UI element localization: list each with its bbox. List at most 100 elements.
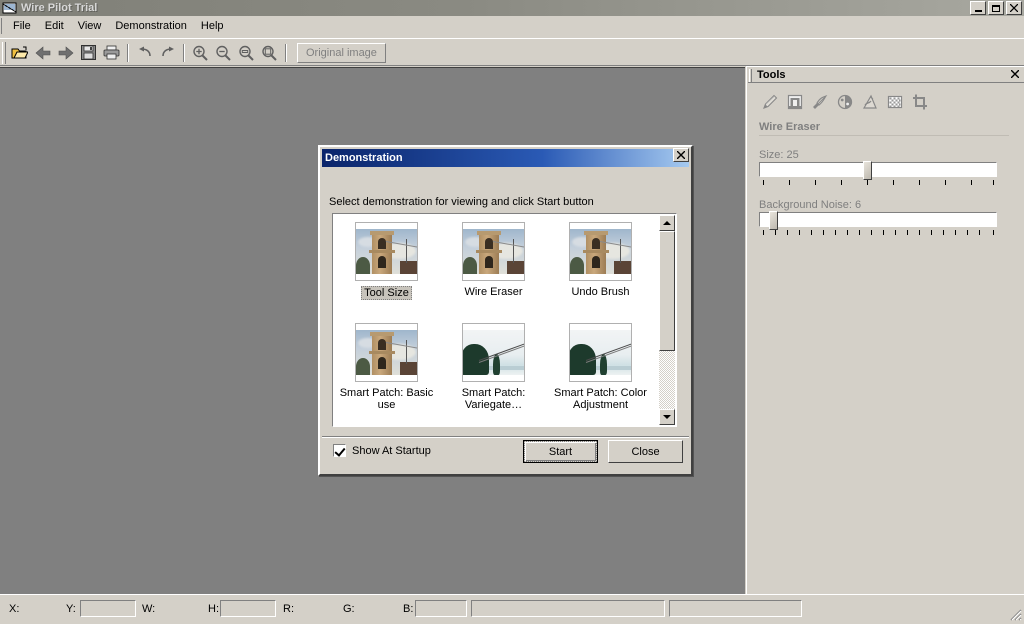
redo-icon[interactable] bbox=[156, 42, 179, 64]
list-item-label: Smart Patch: Color Adjustment bbox=[554, 387, 647, 411]
chevron-down-icon bbox=[663, 415, 671, 419]
back-arrow-icon[interactable] bbox=[31, 42, 54, 64]
size-slider-ticks bbox=[759, 180, 997, 187]
chevron-up-icon bbox=[663, 221, 671, 225]
tools-panel: Tools Wire Eraser Size: 25 Background No… bbox=[746, 66, 1024, 594]
zoom-fit-icon[interactable] bbox=[235, 42, 258, 64]
window-titlebar: Wire Pilot Trial bbox=[0, 0, 1024, 16]
list-item[interactable]: Smart Patch: Variegate… bbox=[440, 319, 547, 420]
demonstration-list[interactable]: Tool Size Wire Eraser Undo Brush Smart P… bbox=[332, 213, 677, 427]
toolbar-separator-3 bbox=[285, 43, 287, 62]
scroll-down-button[interactable] bbox=[659, 409, 675, 425]
toolbar-separator-1 bbox=[127, 43, 129, 62]
window-title: Wire Pilot Trial bbox=[21, 2, 98, 14]
list-item[interactable]: Undo Brush bbox=[547, 218, 654, 319]
h-label: H: bbox=[208, 603, 219, 615]
toolbar-grip[interactable] bbox=[2, 41, 6, 64]
smart-patch-tool-icon[interactable] bbox=[809, 91, 831, 113]
w-label: W: bbox=[142, 603, 156, 615]
status-message-field bbox=[471, 600, 665, 617]
list-item[interactable]: Tool Size bbox=[333, 218, 440, 319]
menubar: File Edit View Demonstration Help bbox=[0, 16, 1024, 36]
tools-panel-title: Tools bbox=[757, 69, 786, 81]
tools-icon-row bbox=[759, 91, 931, 113]
zoom-out-icon[interactable] bbox=[212, 42, 235, 64]
menu-edit[interactable]: Edit bbox=[38, 18, 71, 34]
list-item[interactable]: Wire Eraser bbox=[440, 218, 547, 319]
active-tool-name: Wire Eraser bbox=[759, 121, 1009, 136]
dialog-close-icon[interactable] bbox=[673, 148, 689, 162]
crop-tool-icon[interactable] bbox=[909, 91, 931, 113]
size-slider-track[interactable] bbox=[759, 162, 997, 177]
close-button[interactable] bbox=[1006, 1, 1022, 15]
menu-file[interactable]: File bbox=[6, 18, 38, 34]
resize-grip-icon[interactable] bbox=[1008, 607, 1022, 621]
zoom-in-icon[interactable] bbox=[189, 42, 212, 64]
undo-icon[interactable] bbox=[133, 42, 156, 64]
demo-thumbnail-icon bbox=[355, 222, 418, 281]
close-dialog-button[interactable]: Close bbox=[608, 440, 683, 463]
h-field bbox=[220, 600, 276, 617]
tools-panel-close-icon[interactable] bbox=[1008, 68, 1021, 80]
dialog-separator bbox=[322, 436, 689, 438]
list-item-label: Undo Brush bbox=[571, 286, 630, 298]
background-noise-slider-label: Background Noise: 6 bbox=[759, 199, 862, 211]
menu-demonstration[interactable]: Demonstration bbox=[108, 18, 194, 34]
checker-mask-tool-icon[interactable] bbox=[884, 91, 906, 113]
color-adjust-tool-icon[interactable] bbox=[834, 91, 856, 113]
x-label: X: bbox=[9, 603, 20, 615]
app-icon bbox=[2, 1, 18, 15]
size-slider-label: Size: 25 bbox=[759, 149, 799, 161]
original-image-button[interactable]: Original image bbox=[297, 42, 386, 63]
start-button[interactable]: Start bbox=[523, 440, 598, 463]
toolbar-separator-2 bbox=[183, 43, 185, 62]
demonstration-dialog: Demonstration Select demonstration for v… bbox=[318, 145, 693, 476]
demonstration-grid: Tool Size Wire Eraser Undo Brush Smart P… bbox=[333, 218, 660, 420]
size-slider-thumb[interactable] bbox=[863, 161, 872, 180]
dialog-titlebar[interactable]: Demonstration bbox=[322, 149, 689, 167]
show-at-startup-checkbox[interactable]: Show At Startup bbox=[333, 444, 431, 457]
r-label: R: bbox=[283, 603, 294, 615]
print-icon[interactable] bbox=[100, 42, 123, 64]
y-field bbox=[80, 600, 136, 617]
background-noise-slider-ticks bbox=[759, 230, 997, 237]
list-item[interactable]: Smart Patch: Color Adjustment bbox=[547, 319, 654, 420]
menu-view[interactable]: View bbox=[71, 18, 109, 34]
demo-thumbnail-icon bbox=[462, 222, 525, 281]
pencil-tool-icon[interactable] bbox=[759, 91, 781, 113]
zoom-actual-icon[interactable] bbox=[258, 42, 281, 64]
b-label: B: bbox=[403, 603, 414, 615]
demonstration-list-inner: Tool Size Wire Eraser Undo Brush Smart P… bbox=[333, 214, 660, 426]
tools-panel-grip[interactable] bbox=[749, 68, 752, 82]
list-item-label: Smart Patch: Variegate… bbox=[461, 387, 526, 411]
open-icon[interactable] bbox=[8, 42, 31, 64]
background-noise-slider-thumb[interactable] bbox=[769, 211, 778, 230]
list-item-label: Wire Eraser bbox=[464, 286, 523, 298]
minimize-button[interactable] bbox=[970, 1, 986, 15]
background-noise-slider[interactable] bbox=[759, 211, 997, 242]
demonstration-list-scrollbar[interactable] bbox=[659, 215, 675, 425]
main-toolbar: Original image bbox=[0, 38, 1024, 66]
list-item-label: Tool Size bbox=[361, 286, 412, 300]
demo-thumbnail-icon bbox=[569, 323, 632, 382]
list-item[interactable]: Smart Patch: Basic use bbox=[333, 319, 440, 420]
b-field bbox=[415, 600, 467, 617]
dialog-title: Demonstration bbox=[325, 152, 403, 164]
list-item-label: Smart Patch: Basic use bbox=[339, 387, 434, 411]
checkbox-icon[interactable] bbox=[333, 444, 346, 457]
undo-brush-tool-icon[interactable] bbox=[859, 91, 881, 113]
menu-help[interactable]: Help bbox=[194, 18, 231, 34]
wire-eraser-tool-icon[interactable] bbox=[784, 91, 806, 113]
background-noise-slider-track[interactable] bbox=[759, 212, 997, 227]
start-button-label: Start bbox=[524, 441, 597, 462]
window-controls bbox=[970, 1, 1022, 15]
size-slider[interactable] bbox=[759, 161, 997, 192]
demo-thumbnail-icon bbox=[462, 323, 525, 382]
forward-arrow-icon[interactable] bbox=[54, 42, 77, 64]
scroll-up-button[interactable] bbox=[659, 215, 675, 231]
save-icon[interactable] bbox=[77, 42, 100, 64]
scrollbar-thumb[interactable] bbox=[659, 231, 675, 351]
maximize-button[interactable] bbox=[988, 1, 1004, 15]
scrollbar-track[interactable] bbox=[659, 231, 675, 409]
demo-thumbnail-icon bbox=[569, 222, 632, 281]
